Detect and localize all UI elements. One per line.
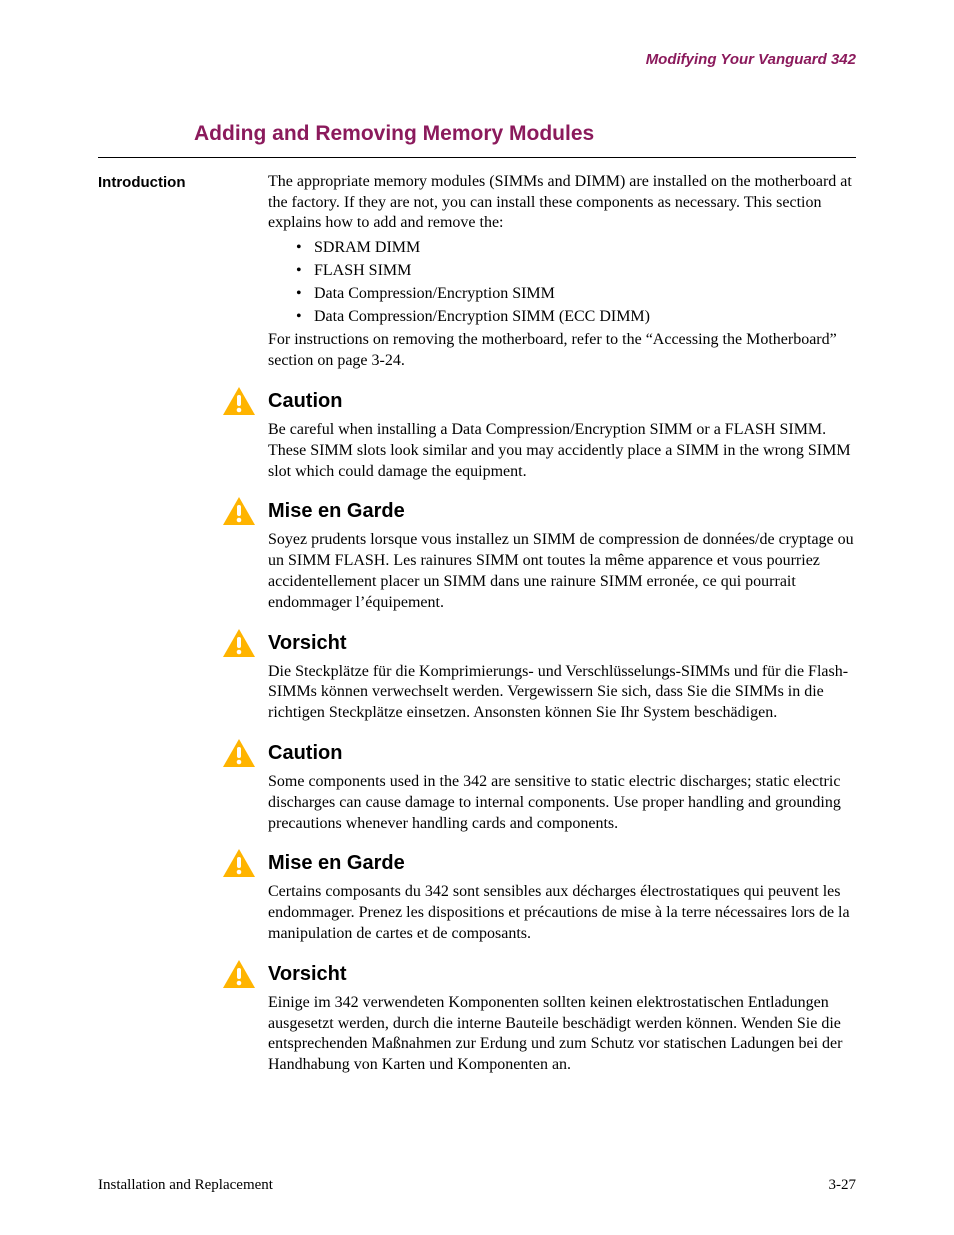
caution-title: Vorsicht	[268, 630, 856, 656]
caution-block: Vorsicht Die Steckplätze für die Komprim…	[268, 628, 856, 724]
caution-text: Some components used in the 342 are sens…	[268, 772, 856, 834]
caution-title: Caution	[268, 388, 856, 414]
bullet-item: Data Compression/Encryption SIMM (ECC DI…	[296, 307, 856, 328]
caution-title: Mise en Garde	[268, 850, 856, 876]
caution-block: Vorsicht Einige im 342 verwendeten Kompo…	[268, 959, 856, 1076]
side-label-introduction: Introduction	[98, 172, 268, 193]
section-title: Adding and Removing Memory Modules	[194, 120, 856, 147]
caution-title: Mise en Garde	[268, 498, 856, 524]
title-divider	[98, 157, 856, 158]
caution-block: Mise en Garde Soyez prudents lorsque vou…	[268, 496, 856, 613]
warning-icon	[222, 628, 260, 658]
caution-title: Caution	[268, 740, 856, 766]
footer-left: Installation and Replacement	[98, 1176, 273, 1196]
caution-block: Caution Be careful when installing a Dat…	[268, 386, 856, 482]
intro-paragraph-1: The appropriate memory modules (SIMMs an…	[268, 172, 856, 234]
caution-block: Mise en Garde Certains composants du 342…	[268, 848, 856, 944]
bullet-item: Data Compression/Encryption SIMM	[296, 284, 856, 305]
intro-paragraph-2: For instructions on removing the motherb…	[268, 330, 856, 372]
warning-icon	[222, 496, 260, 526]
bullet-item: SDRAM DIMM	[296, 238, 856, 259]
content-wrap: Introduction The appropriate memory modu…	[98, 172, 856, 1076]
caution-text: Die Steckplätze für die Komprimierungs- …	[268, 662, 856, 724]
caution-text: Be careful when installing a Data Compre…	[268, 420, 856, 482]
caution-text: Einige im 342 verwendeten Komponenten so…	[268, 993, 856, 1076]
warning-icon	[222, 848, 260, 878]
main-column: The appropriate memory modules (SIMMs an…	[268, 172, 856, 1076]
page-footer: Installation and Replacement 3-27	[98, 1176, 856, 1196]
warning-icon	[222, 738, 260, 768]
caution-block: Caution Some components used in the 342 …	[268, 738, 856, 834]
caution-text: Certains composants du 342 sont sensible…	[268, 882, 856, 944]
warning-icon	[222, 386, 260, 416]
bullet-list: SDRAM DIMM FLASH SIMM Data Compression/E…	[296, 238, 856, 327]
warning-icon	[222, 959, 260, 989]
caution-title: Vorsicht	[268, 961, 856, 987]
footer-right: 3-27	[829, 1176, 857, 1196]
caution-text: Soyez prudents lorsque vous installez un…	[268, 530, 856, 613]
bullet-item: FLASH SIMM	[296, 261, 856, 282]
running-header: Modifying Your Vanguard 342	[98, 50, 856, 70]
